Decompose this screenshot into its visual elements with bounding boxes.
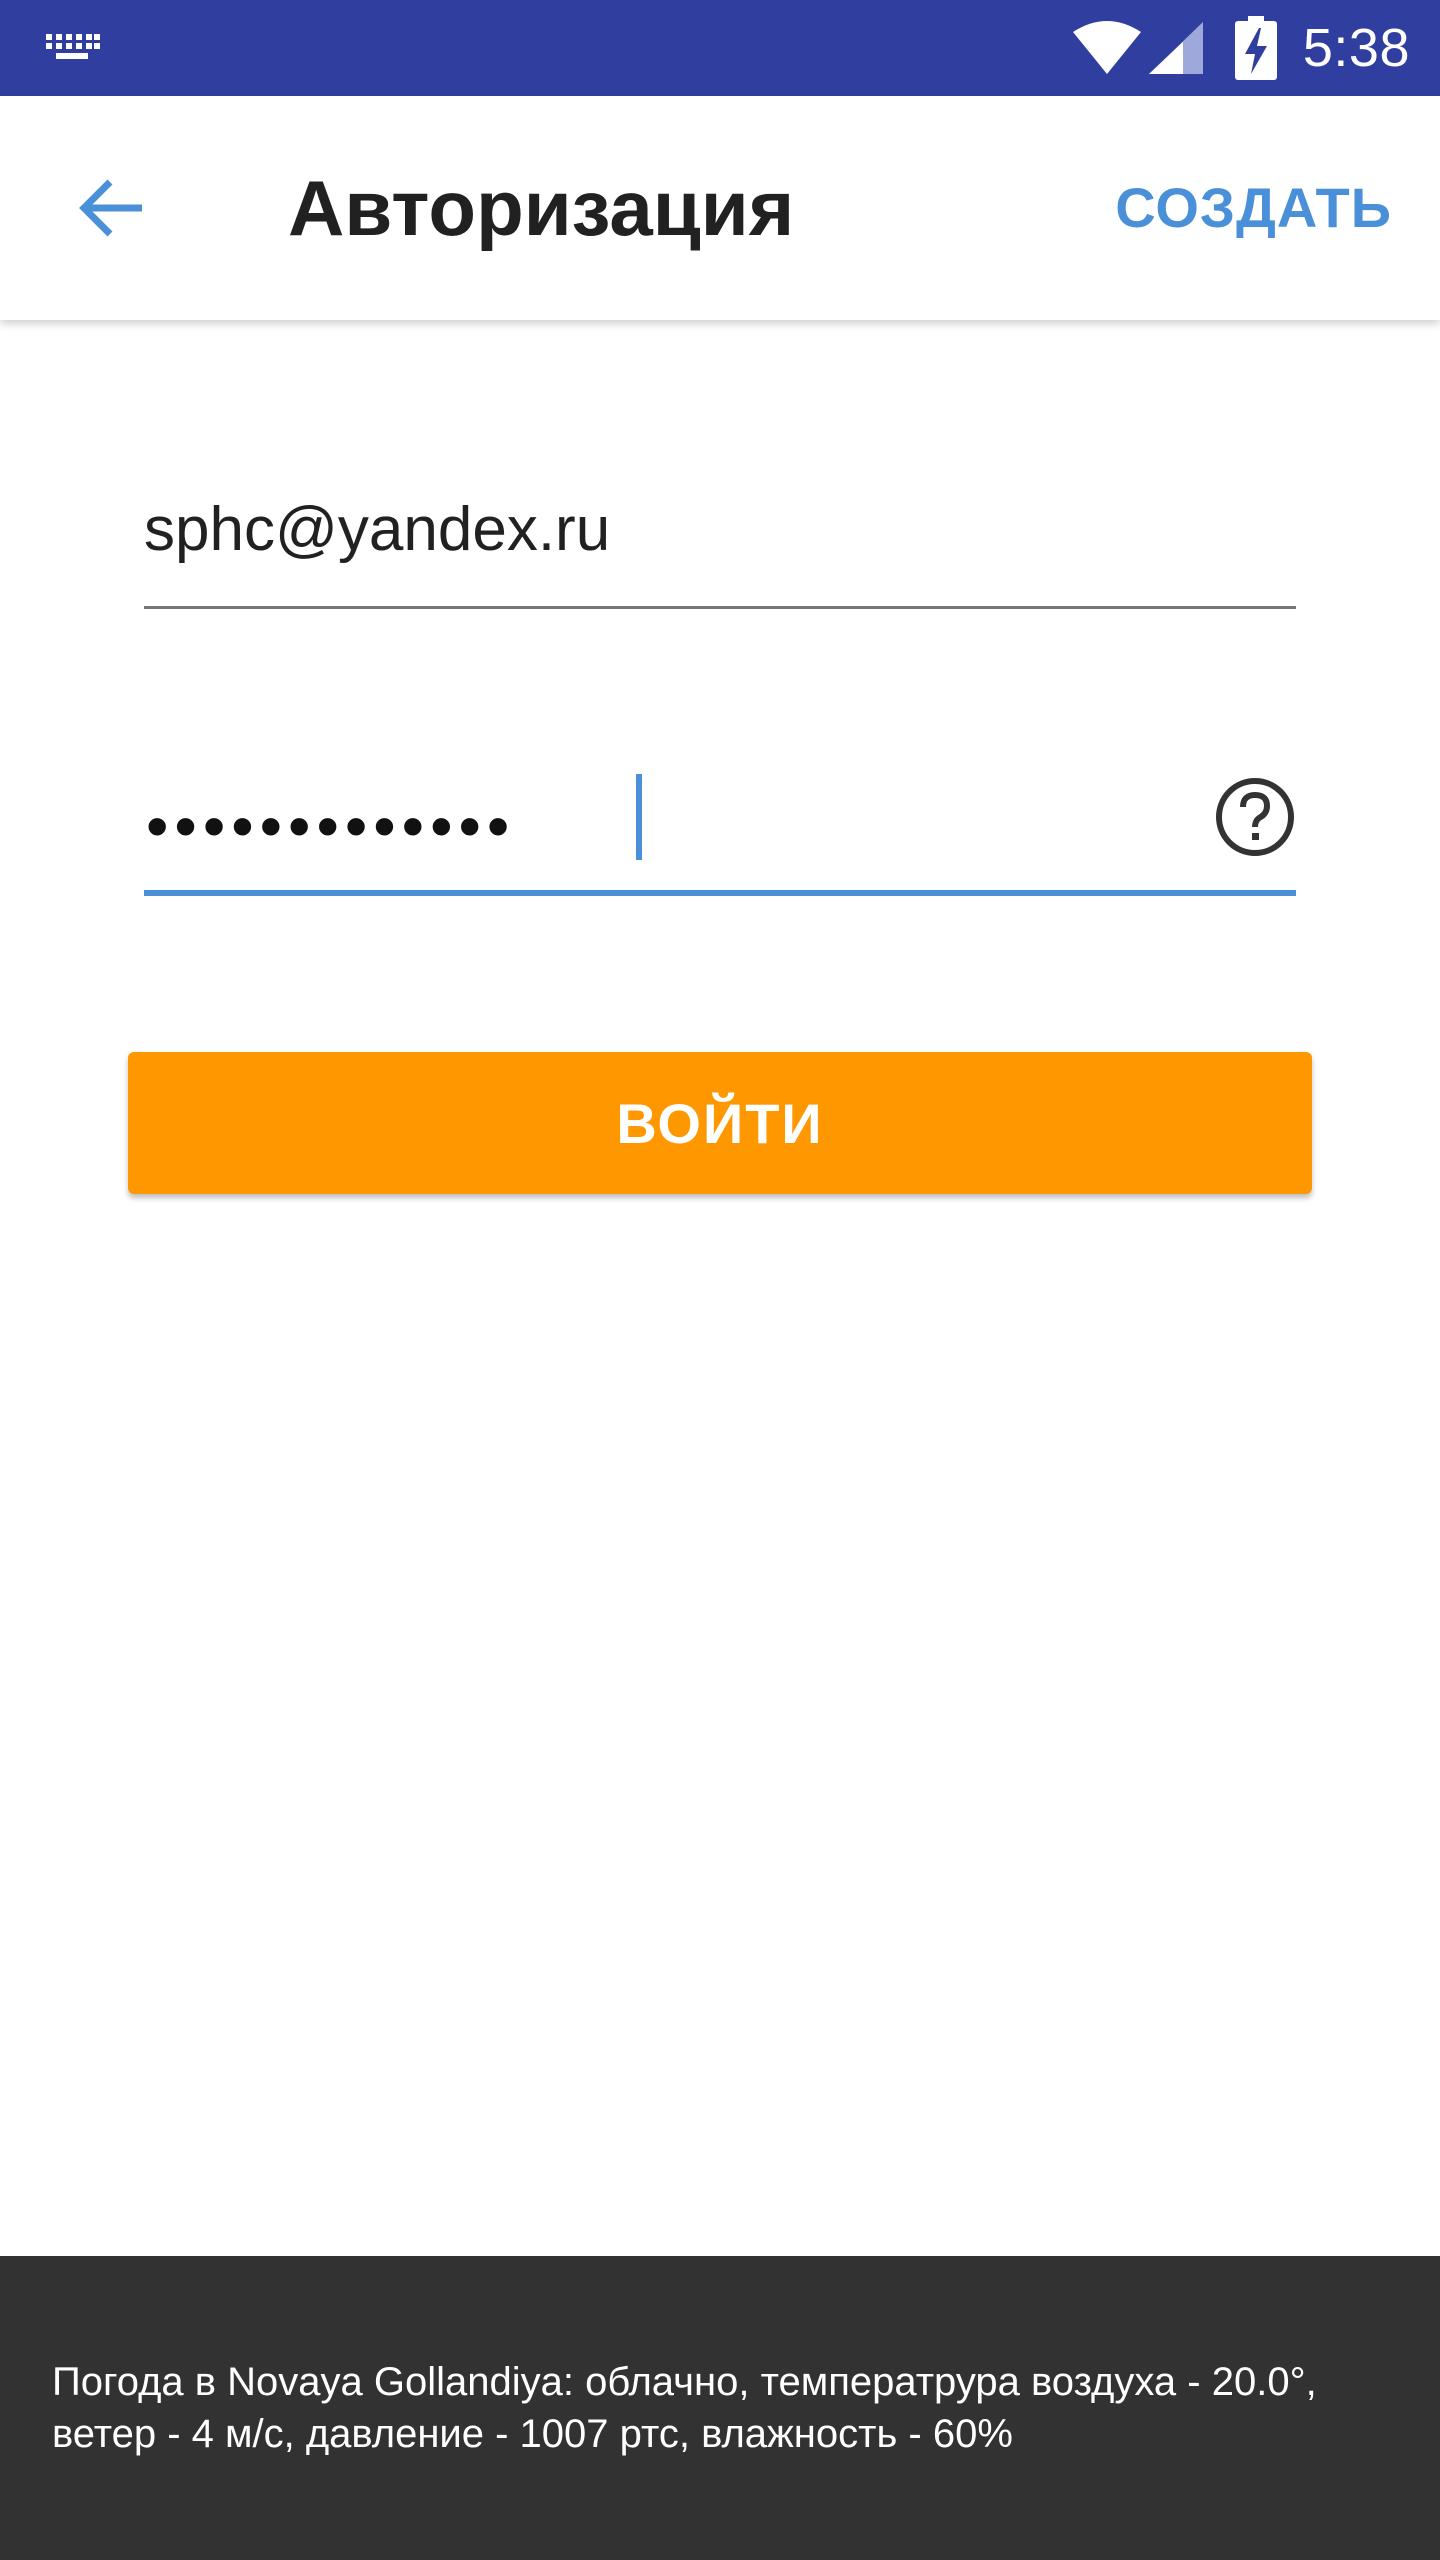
cell-signal-icon bbox=[1148, 22, 1203, 74]
wifi-icon bbox=[1072, 21, 1141, 74]
status-icons: 5:38 bbox=[1071, 0, 1410, 96]
battery-charging-icon bbox=[1234, 16, 1277, 80]
weather-text: Погода в Novaya Gollandiya: облачно, тем… bbox=[52, 2360, 1317, 2456]
status-bar: 5:38 bbox=[0, 0, 1440, 96]
password-field[interactable]: ••••••••••••• bbox=[144, 740, 1296, 896]
status-time: 5:38 bbox=[1302, 18, 1410, 78]
page-title: Авторизация bbox=[288, 164, 795, 252]
weather-footer: Погода в Novaya Gollandiya: облачно, тем… bbox=[0, 2256, 1440, 2560]
question-circle-icon[interactable] bbox=[1214, 776, 1296, 858]
email-value: sphc@yandex.ru bbox=[144, 495, 611, 564]
login-button[interactable]: ВОЙТИ bbox=[128, 1052, 1312, 1194]
password-value: ••••••••••••• bbox=[146, 790, 516, 862]
create-account-button[interactable]: СОЗДАТЬ bbox=[1115, 96, 1392, 320]
back-button[interactable] bbox=[60, 160, 164, 256]
login-screen: 5:38 Авторизация СОЗДАТЬ sphc@yandex.ru … bbox=[0, 0, 1440, 2560]
email-field[interactable]: sphc@yandex.ru bbox=[144, 470, 1296, 609]
keyboard-icon bbox=[46, 34, 100, 59]
arrow-back-icon bbox=[79, 179, 142, 237]
app-bar: Авторизация СОЗДАТЬ bbox=[0, 96, 1440, 320]
text-cursor bbox=[636, 774, 642, 860]
